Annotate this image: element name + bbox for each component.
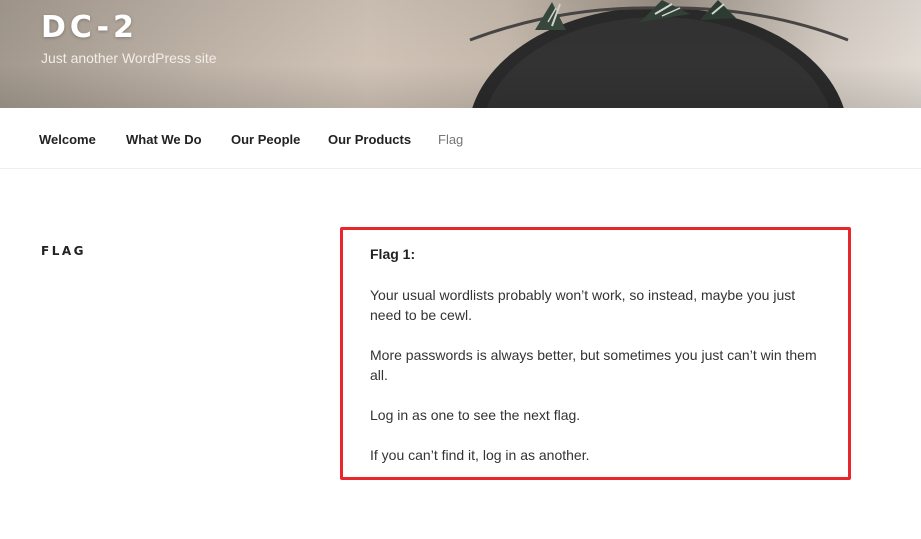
flag-heading: Flag 1: — [370, 246, 416, 262]
main-navigation: Welcome What We Do Our People Our Produc… — [0, 108, 921, 169]
flag-paragraph-4: If you can’t find it, log in as another. — [370, 447, 590, 463]
nav-item-our-people[interactable]: Our People — [231, 132, 300, 147]
site-description: Just another WordPress site — [41, 50, 217, 66]
nav-item-what-we-do[interactable]: What We Do — [126, 132, 202, 147]
site-header: DC-2 Just another WordPress site — [0, 0, 921, 108]
nav-item-welcome[interactable]: Welcome — [39, 132, 96, 147]
flag-paragraph-1: Your usual wordlists probably won’t work… — [370, 287, 796, 323]
flag-paragraph-3: Log in as one to see the next flag. — [370, 407, 581, 423]
page-title: FLAG — [41, 244, 86, 258]
flag-paragraph-2: More passwords is always better, but som… — [370, 347, 817, 383]
site-title[interactable]: DC-2 — [41, 10, 138, 45]
nav-item-flag[interactable]: Flag — [438, 132, 463, 147]
nav-item-our-products[interactable]: Our Products — [328, 132, 411, 147]
